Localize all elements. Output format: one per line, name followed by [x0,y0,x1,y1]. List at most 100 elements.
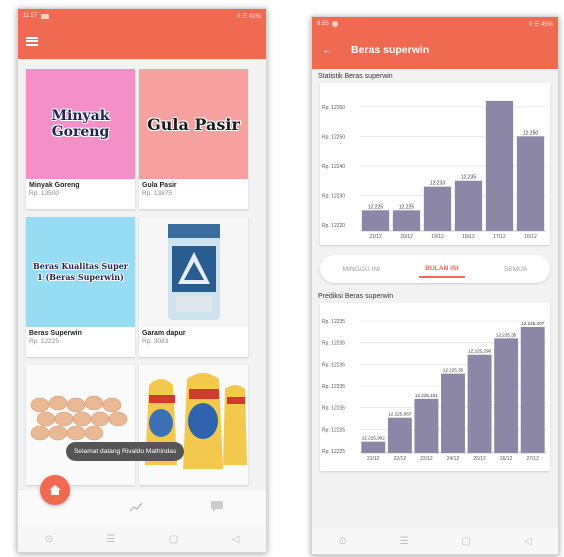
predict-data-label: 12.225,35 [443,368,464,373]
home-nav-icon[interactable]: ▢ [462,536,471,547]
product-price: Rp. 12225 [29,338,59,345]
milk-pouch-image [139,365,248,485]
product-name: Garam dapur [142,330,186,337]
home-nav-icon[interactable]: ▢ [169,534,178,545]
assistant-icon[interactable]: ⊙ [45,534,53,545]
x-tick-label: 19/12 [431,234,444,240]
y-tick-label: Rp. 12230 [322,194,345,200]
product-image [139,217,248,327]
stats-bar [392,210,421,231]
hamburger-icon[interactable] [26,36,38,46]
product-price: Rp. 13500 [29,190,59,197]
stats-bar [454,180,483,231]
y-tick-label: Rp. 12235 [322,406,345,412]
product-price: Rp. 3083 [142,338,169,345]
stats-data-label: 12.225 [368,204,384,210]
y-tick-label: Rp. 12250 [322,134,345,140]
predict-data-label: 12.225,161 [415,393,438,398]
assistant-icon[interactable]: ⊙ [338,536,346,547]
menu-nav-icon[interactable]: ☰ [106,534,115,545]
product-card[interactable]: Beras Kualitas Super 1 (Beras Superwin) … [26,217,135,357]
product-card[interactable] [26,365,135,485]
predict-data-label: 12.225,298 [468,349,491,354]
x-tick-label: 24/12 [447,456,460,462]
welcome-toast: Selamat datang Rivaldo Mathindas [66,442,185,461]
page-title: Beras superwin [351,44,430,56]
y-tick-label: Rp. 12220 [322,223,345,229]
back-nav-icon[interactable]: ◁ [232,534,240,545]
product-name: Gula Pasir [142,182,177,189]
stats-data-label: 12.225 [399,204,415,210]
product-name: Minyak Goreng [29,182,80,189]
stats-bar [485,100,514,231]
product-image-text: Minyak Goreng [51,108,110,140]
tab-semua[interactable]: SEMUA [498,262,533,277]
stats-bar [423,186,452,231]
predict-label: Prediksi Beras superwin [318,293,394,300]
notification-icon [331,21,338,27]
product-image-text: Beras Kualitas Super 1 (Beras Superwin) [32,261,129,282]
y-tick-label: Rp. 12240 [322,164,345,170]
period-tabs: MINGGU INI BULAN INI SEMUA [320,255,550,283]
product-card[interactable]: Garam dapur Rp. 3083 [139,217,248,357]
menu-nav-icon[interactable]: ☰ [400,536,409,547]
home-button[interactable] [40,475,70,505]
predict-data-label: 12.225,067 [388,412,411,417]
chat-icon[interactable] [210,500,224,512]
x-tick-label: 22/12 [394,456,407,462]
stats-data-label: 12.233 [430,181,446,187]
stats-bar [516,136,545,231]
phone-detail-screen: 6.55 0 ☰ 45% ← Beras superwin Statistik … [311,16,559,555]
x-tick-label: 20/12 [400,234,413,240]
home-icon [49,485,61,495]
back-arrow-icon[interactable]: ← [322,44,333,56]
predict-chart: Rp. 12235 Rp. 12235 Rp. 12235 Rp. 12235 Rp. … [320,303,550,471]
predict-bar [361,441,386,453]
predict-bar [520,327,545,453]
notification-icon [40,13,49,19]
y-tick-label: Rp. 12225 [322,449,345,455]
stats-label: Statistik Beras superwin [318,73,393,80]
system-nav-bar: ⊙ ☰ ▢ ◁ [312,528,558,554]
product-card[interactable]: Gula Pasir Gula Pasir Rp. 13875 [139,69,248,209]
salt-bag-icon [167,224,220,320]
product-image: Gula Pasir [139,69,248,179]
stats-data-label: 12.250 [523,130,539,136]
x-tick-label: 18/12 [462,234,475,240]
x-tick-label: 17/12 [493,234,506,240]
product-price: Rp. 13875 [142,190,172,197]
back-nav-icon[interactable]: ◁ [524,536,532,547]
product-card[interactable] [139,365,248,485]
y-tick-label: Rp. 12235 [322,319,345,325]
predict-data-label: 12.225,35 [496,332,517,337]
x-tick-label: 25/12 [473,456,486,462]
eggs-image [26,365,135,485]
status-time: 11.57 [23,13,38,19]
system-nav-bar: ⊙ ☰ ▢ ◁ [18,526,266,552]
predict-bar [441,373,465,453]
stats-chart: Rp. 12260 Rp. 12250 Rp. 12240 Rp. 12230 Rp. … [320,83,550,245]
tab-minggu-ini[interactable]: MINGGU INI [337,262,386,277]
status-bar: 11.57 0 ☰ 41% [18,9,266,23]
predict-data-label: 12.225,407 [521,321,544,326]
product-image: Minyak Goreng [26,69,135,179]
product-card[interactable]: Minyak Goreng Minyak Goreng Rp. 13500 [26,69,135,209]
y-tick-label: Rp. 12235 [322,362,345,368]
y-tick-label: Rp. 12235 [322,384,345,390]
app-bar: ← Beras superwin [312,31,558,69]
phone-home-screen: 11.57 0 ☰ 41% Minyak Goreng Minyak Goren… [17,8,267,553]
predict-bar [467,354,492,453]
product-grid: Minyak Goreng Minyak Goreng Rp. 13500 Gu… [18,59,266,485]
y-tick-label: Rp. 12235 [322,341,345,347]
trend-icon[interactable] [129,502,143,512]
stats-data-label: 12.235 [461,175,477,181]
x-tick-label: 26/12 [500,456,513,462]
x-tick-label: 21/12 [369,234,382,240]
product-image-text: Gula Pasir [147,114,240,134]
app-bar [18,23,266,59]
status-bar: 6.55 0 ☰ 45% [312,17,558,31]
predict-chart-svg: Rp. 12235 Rp. 12235 Rp. 12235 Rp. 12235 Rp. … [322,319,546,462]
predict-bar [494,338,519,453]
tab-bulan-ini[interactable]: BULAN INI [419,261,465,278]
y-tick-label: Rp. 12225 [322,427,345,433]
